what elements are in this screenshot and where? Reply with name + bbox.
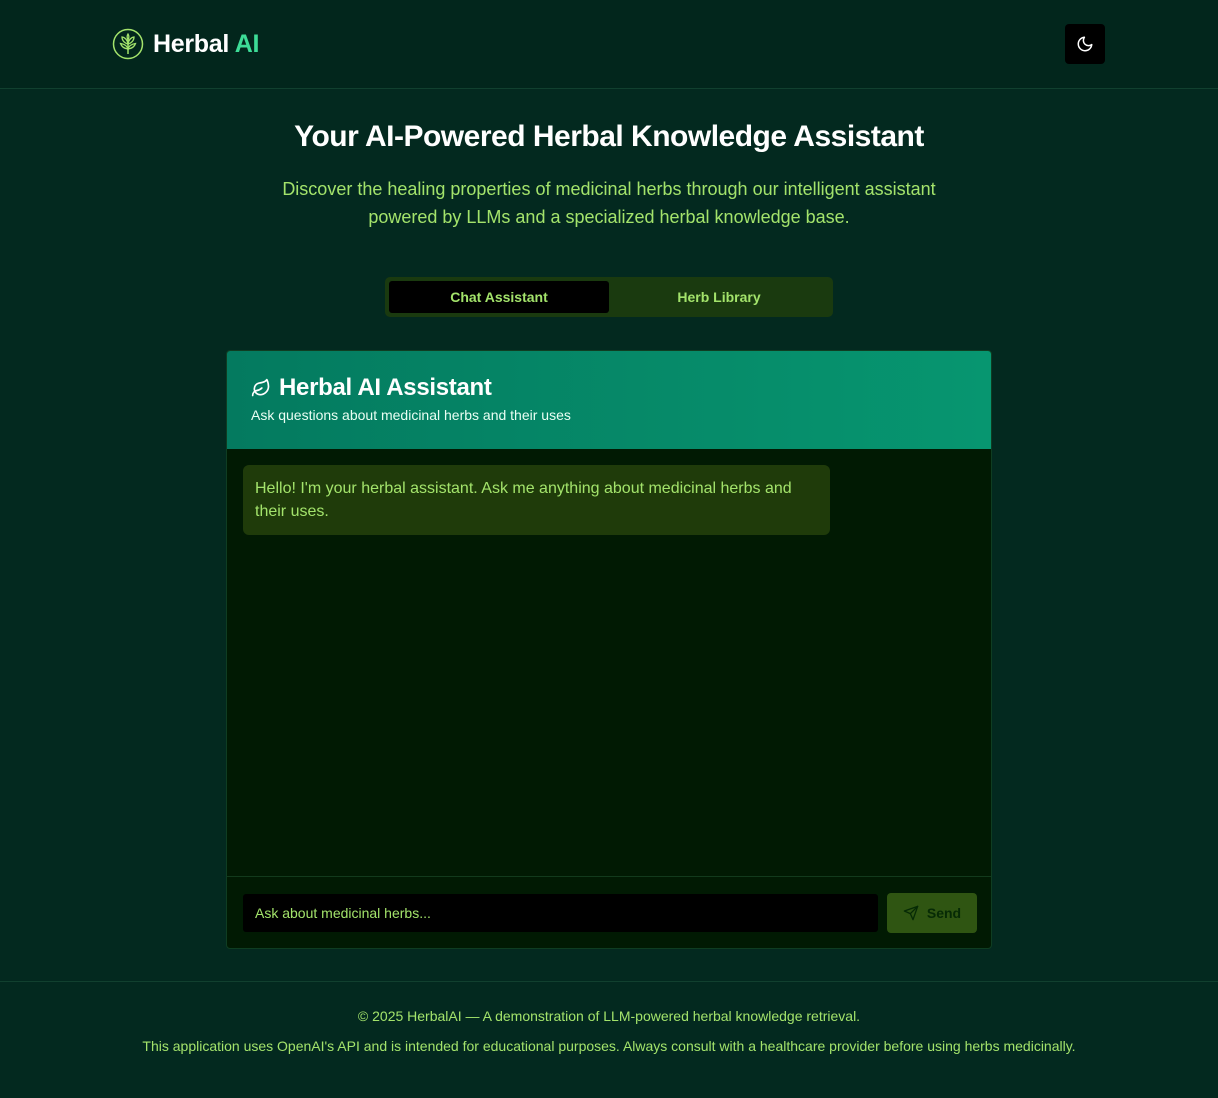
tab-chat-assistant[interactable]: Chat Assistant <box>389 281 609 313</box>
theme-toggle-button[interactable] <box>1065 24 1105 64</box>
top-navbar: Herbal AI <box>0 0 1218 89</box>
leaf-icon <box>251 378 270 397</box>
footer-disclaimer: This application uses OpenAI's API and i… <box>142 1038 1076 1054</box>
page-subtitle: Discover the healing properties of medic… <box>282 179 936 227</box>
chat-header: Herbal AI Assistant Ask questions about … <box>227 351 991 449</box>
brand-name-main: Herbal <box>153 29 230 58</box>
send-icon <box>903 905 919 921</box>
message-composer: Send <box>227 876 991 948</box>
send-button[interactable]: Send <box>887 893 977 933</box>
send-button-label: Send <box>926 905 962 921</box>
page-footer: © 2025 HerbalAI — A demonstration of LLM… <box>0 981 1218 1098</box>
assistant-message: Hello! I'm your herbal assistant. Ask me… <box>243 465 830 535</box>
message-list[interactable]: Hello! I'm your herbal assistant. Ask me… <box>227 449 991 876</box>
chat-title: Herbal AI Assistant <box>279 374 492 401</box>
tree-leaf-icon <box>112 28 144 60</box>
chat-title-row: Herbal AI Assistant <box>251 374 492 402</box>
tab-herb-library[interactable]: Herb Library <box>609 281 829 313</box>
chat-input[interactable] <box>243 894 878 932</box>
footer-copyright: © 2025 HerbalAI — A demonstration of LLM… <box>357 1008 861 1024</box>
brand-name-accent: AI <box>234 29 260 58</box>
chat-panel: Herbal AI Assistant Ask questions about … <box>226 350 992 949</box>
chat-subtitle: Ask questions about medicinal herbs and … <box>251 407 571 423</box>
brand-logo[interactable]: Herbal AI <box>112 27 259 61</box>
moon-icon <box>1077 36 1093 52</box>
brand-name: Herbal AI <box>153 30 259 59</box>
page-title: Your AI-Powered Herbal Knowledge Assista… <box>294 120 924 153</box>
view-tabs: Chat Assistant Herb Library <box>385 277 833 317</box>
